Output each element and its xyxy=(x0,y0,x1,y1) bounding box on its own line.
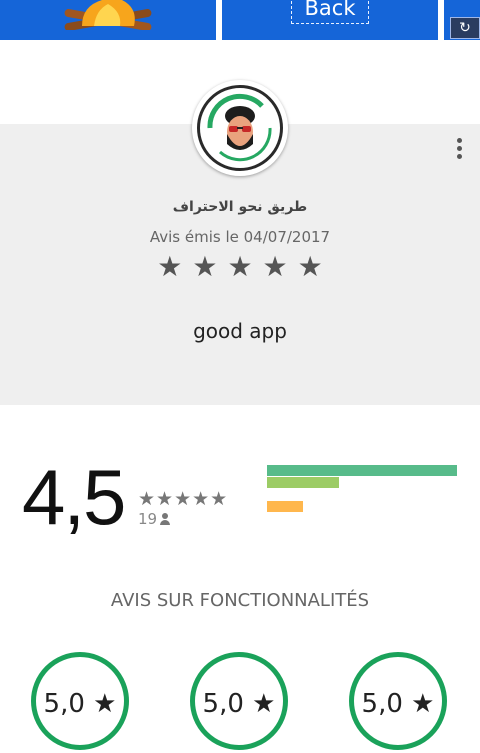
average-stars: ★★★★★ xyxy=(138,488,229,510)
refresh-icon: ↻ xyxy=(450,17,480,39)
rating-bar-1 xyxy=(267,513,457,525)
review-date: Avis émis le 04/07/2017 xyxy=(149,228,331,246)
review-text: good app xyxy=(193,319,287,343)
avatar-illustration xyxy=(207,93,272,162)
review-stars: ★★★★★ xyxy=(157,250,333,283)
feature-rating-1[interactable]: 5,0 ★ xyxy=(31,652,129,750)
rating-bar-fill xyxy=(267,501,303,512)
feature-rating-2[interactable]: 5,0 ★ xyxy=(190,652,288,750)
screenshot-1[interactable] xyxy=(0,0,216,40)
screenshot-3[interactable]: ↻ xyxy=(444,0,480,40)
feature-section-title: AVIS SUR FONCTIONNALITÉS xyxy=(110,590,370,611)
rating-bar-fill xyxy=(267,477,339,488)
reviewer-name: طريق نحو الاحتراف xyxy=(172,199,308,215)
feature-rating-3[interactable]: 5,0 ★ xyxy=(349,652,447,750)
campfire-image xyxy=(64,0,152,30)
reviewer-avatar xyxy=(192,80,288,176)
screenshot-2[interactable]: Back xyxy=(222,0,438,40)
rating-bar-2 xyxy=(267,501,457,513)
rating-count: 19 xyxy=(138,510,158,528)
back-button-image: Back xyxy=(291,0,369,24)
more-options-icon[interactable] xyxy=(454,138,464,162)
screenshot-carousel[interactable]: Back ↻ xyxy=(0,0,480,40)
rating-count-row: 19 xyxy=(138,510,171,528)
feature-rating-value: 5,0 ★ xyxy=(361,689,435,719)
rating-bar-3 xyxy=(267,489,457,501)
feature-rating-value: 5,0 ★ xyxy=(43,689,117,719)
rating-bar-fill xyxy=(267,465,457,476)
rating-bar-4 xyxy=(267,477,457,489)
rating-distribution xyxy=(267,465,457,525)
feature-rating-value: 5,0 ★ xyxy=(202,689,276,719)
rating-bar-5 xyxy=(267,465,457,477)
person-icon xyxy=(159,513,171,525)
average-rating: 4,5 xyxy=(22,453,126,541)
